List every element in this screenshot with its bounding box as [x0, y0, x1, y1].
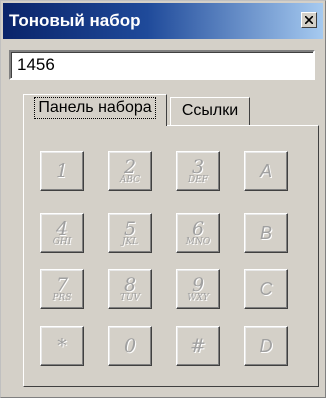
key-D-label: D — [259, 336, 273, 356]
tab-links-label: Ссылки — [181, 102, 239, 119]
key-C[interactable]: C — [244, 269, 288, 309]
key-6-letters: MNO — [185, 237, 211, 247]
key-hash[interactable]: # — [176, 326, 220, 366]
title-bar[interactable]: Тоновый набор — [3, 3, 323, 39]
key-9[interactable]: 9 WXY — [176, 269, 220, 309]
key-star-symbol: * — [57, 335, 67, 357]
key-C-label: C — [259, 279, 273, 299]
key-4-letters: GHI — [52, 237, 72, 247]
tone-dialer-window: Тоновый набор Панель набора Ссылки 1 2 A… — [0, 0, 326, 398]
tab-links[interactable]: Ссылки — [170, 97, 250, 127]
tab-dial-pad-label: Панель набора — [34, 97, 156, 119]
key-7[interactable]: 7 PRS — [40, 269, 84, 309]
key-0[interactable]: 0 — [108, 326, 152, 366]
close-button[interactable] — [301, 12, 317, 28]
key-D[interactable]: D — [244, 326, 288, 366]
key-2-letters: ABC — [119, 175, 141, 185]
window-title: Тоновый набор — [9, 11, 141, 30]
key-B[interactable]: B — [244, 213, 288, 253]
key-A[interactable]: A — [244, 151, 288, 191]
key-2[interactable]: 2 ABC — [108, 151, 152, 191]
tab-dial-pad[interactable]: Панель набора — [23, 94, 167, 126]
close-icon — [305, 16, 313, 24]
key-5-letters: JKL — [121, 237, 139, 247]
key-B-label: B — [259, 223, 272, 243]
key-hash-symbol: # — [190, 335, 206, 357]
key-1[interactable]: 1 — [40, 151, 84, 191]
dial-pad-panel: 1 2 ABC 3 DEF A 4 GHI 5 JKL 6 MNO B 7 PR… — [23, 125, 319, 387]
key-9-letters: WXY — [187, 293, 209, 303]
key-6[interactable]: 6 MNO — [176, 213, 220, 253]
key-star[interactable]: * — [40, 326, 84, 366]
key-7-letters: PRS — [52, 293, 72, 303]
key-5[interactable]: 5 JKL — [108, 213, 152, 253]
phone-number-input[interactable] — [9, 50, 315, 80]
key-A-label: A — [259, 161, 272, 181]
key-8[interactable]: 8 TUV — [108, 269, 152, 309]
key-4[interactable]: 4 GHI — [40, 213, 84, 253]
key-3[interactable]: 3 DEF — [176, 151, 220, 191]
key-8-letters: TUV — [119, 293, 141, 303]
key-1-digit: 1 — [55, 160, 69, 182]
key-3-letters: DEF — [187, 175, 209, 185]
key-0-digit: 0 — [123, 335, 137, 357]
